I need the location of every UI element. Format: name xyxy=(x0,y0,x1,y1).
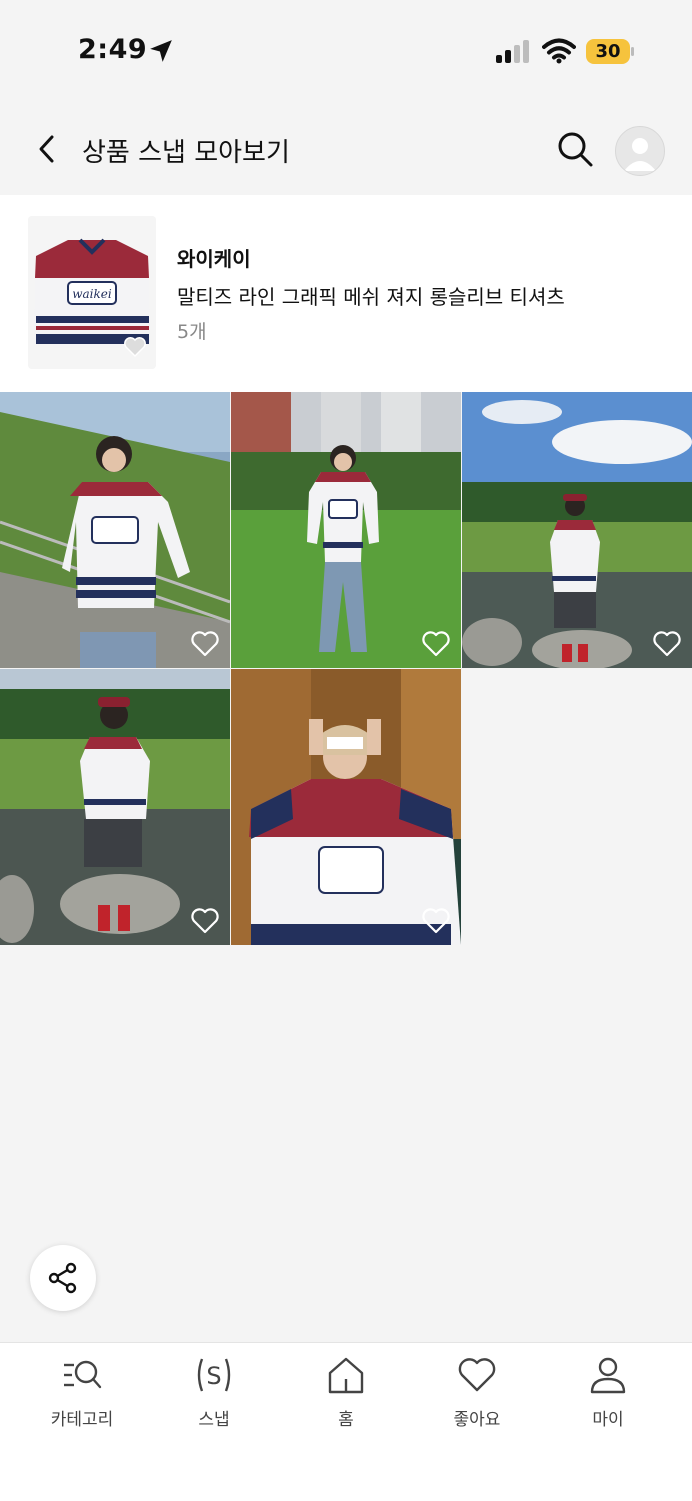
tab-label: 좋아요 xyxy=(453,1410,501,1430)
home-icon xyxy=(328,1357,364,1394)
tab-snap[interactable]: S 스냅 xyxy=(154,1355,274,1435)
person-icon xyxy=(590,1357,626,1394)
tab-my[interactable]: 마이 xyxy=(548,1355,668,1435)
snap-image xyxy=(462,392,692,668)
snap-photo[interactable] xyxy=(231,392,461,668)
product-thumbnail[interactable]: waikei xyxy=(28,216,156,369)
battery-indicator: 30 xyxy=(586,39,634,64)
snap-photo[interactable] xyxy=(0,669,230,945)
heart-icon[interactable] xyxy=(652,630,682,658)
snap-photo[interactable] xyxy=(231,669,461,945)
snap-photo[interactable] xyxy=(462,392,692,668)
product-summary[interactable]: waikei 와이케이 말티즈 라인 그래픽 메쉬 져지 롱슬리브 티셔츠 5개 xyxy=(0,195,692,392)
brand-name[interactable]: 와이케이 xyxy=(177,243,251,272)
snap-count: 5개 xyxy=(177,321,207,343)
heart-icon[interactable] xyxy=(123,336,147,358)
signal-icon xyxy=(496,40,529,63)
heart-icon[interactable] xyxy=(190,907,220,935)
svg-text:waikei: waikei xyxy=(72,287,112,301)
back-arrow-icon[interactable] xyxy=(32,133,62,165)
snap-image xyxy=(231,392,461,668)
heart-icon xyxy=(458,1358,496,1392)
avatar[interactable] xyxy=(615,126,665,176)
snap-icon: S xyxy=(197,1358,231,1392)
page-title: 상품 스냅 모아보기 xyxy=(82,138,290,168)
svg-text:S: S xyxy=(206,1362,221,1390)
tab-label: 홈 xyxy=(338,1410,354,1430)
tab-label: 마이 xyxy=(592,1410,624,1430)
tab-label: 스냅 xyxy=(198,1410,230,1430)
snap-image xyxy=(0,392,230,668)
snap-image xyxy=(0,669,230,945)
heart-icon[interactable] xyxy=(190,630,220,658)
search-icon[interactable] xyxy=(556,130,594,168)
tab-label: 카테고리 xyxy=(50,1410,114,1430)
heart-icon[interactable] xyxy=(421,907,451,935)
location-arrow-icon xyxy=(150,40,172,62)
status-time: 2:49 xyxy=(78,34,148,65)
tab-home[interactable]: 홈 xyxy=(286,1355,406,1435)
share-icon xyxy=(48,1262,77,1294)
battery-level: 30 xyxy=(595,41,621,62)
product-name[interactable]: 말티즈 라인 그래픽 메쉬 져지 롱슬리브 티셔츠 xyxy=(177,281,565,310)
tab-likes[interactable]: 좋아요 xyxy=(417,1355,537,1435)
heart-icon[interactable] xyxy=(421,630,451,658)
person-icon xyxy=(624,138,656,171)
wifi-icon xyxy=(542,38,576,64)
tab-category[interactable]: 카테고리 xyxy=(22,1355,142,1435)
snap-photo[interactable] xyxy=(0,392,230,668)
snap-image xyxy=(231,669,461,945)
status-bar: 2:49 30 xyxy=(0,0,692,100)
top-nav: 상품 스냅 모아보기 xyxy=(0,100,692,195)
share-button[interactable] xyxy=(30,1245,96,1311)
snap-grid xyxy=(0,392,692,945)
bottom-tab-bar: 카테고리 S 스냅 홈 좋아요 마이 xyxy=(0,1342,692,1501)
category-search-icon xyxy=(64,1360,102,1389)
